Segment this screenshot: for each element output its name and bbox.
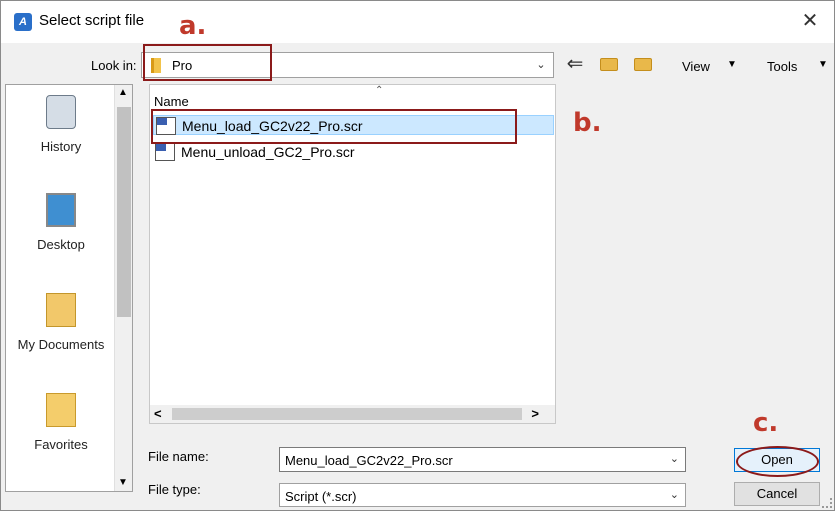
scroll-thumb[interactable]: [117, 107, 131, 317]
scroll-thumb[interactable]: [172, 408, 522, 420]
annotation-label-a: a.: [179, 11, 207, 41]
close-button[interactable]: ✕: [796, 7, 824, 35]
place-label: Desktop: [37, 237, 85, 252]
up-folder-icon[interactable]: [597, 53, 621, 75]
documents-icon: [46, 293, 76, 327]
scroll-right-icon[interactable]: >: [531, 406, 539, 421]
lookin-label: Look in:: [91, 58, 137, 73]
scroll-left-icon[interactable]: <: [154, 406, 162, 421]
file-name: Menu_unload_GC2_Pro.scr: [181, 144, 355, 160]
scroll-up-icon[interactable]: ▲: [118, 87, 128, 98]
file-row[interactable]: Menu_unload_GC2_Pro.scr: [153, 142, 554, 162]
place-history[interactable]: History: [6, 95, 116, 154]
history-icon: [46, 95, 76, 129]
place-favorites[interactable]: Favorites: [6, 393, 116, 452]
annotation-box-b: [151, 109, 517, 144]
filetype-value: Script (*.scr): [285, 489, 357, 504]
horizontal-scrollbar[interactable]: < >: [150, 405, 555, 423]
place-my-documents[interactable]: My Documents: [6, 293, 116, 352]
filename-input[interactable]: Menu_load_GC2v22_Pro.scr ⌄: [279, 447, 686, 472]
cancel-button[interactable]: Cancel: [734, 482, 820, 506]
back-arrow-icon[interactable]: ⇐: [563, 53, 587, 75]
place-desktop[interactable]: Desktop: [6, 193, 116, 252]
scroll-down-icon[interactable]: ▼: [118, 477, 128, 488]
resize-grip-icon[interactable]: [822, 498, 832, 508]
chevron-down-icon[interactable]: ⌄: [670, 452, 679, 465]
annotation-label-b: b.: [573, 108, 602, 138]
view-menu-button[interactable]: View: [682, 59, 710, 74]
place-label: My Documents: [17, 337, 105, 352]
filetype-select[interactable]: Script (*.scr) ⌄: [279, 483, 686, 507]
filename-label: File name:: [148, 449, 209, 464]
tools-menu-button[interactable]: Tools: [767, 59, 797, 74]
places-scrollbar[interactable]: ▲ ▼: [114, 85, 132, 491]
filename-value: Menu_load_GC2v22_Pro.scr: [285, 453, 453, 468]
dialog-title: Select script file: [39, 12, 145, 29]
place-label: Favorites: [34, 437, 88, 452]
select-script-dialog: A Select script file ✕ Look in: Pro ⌄ ⇐ …: [0, 0, 835, 511]
places-bar: History Desktop My Documents Favorites ▲…: [5, 84, 133, 492]
annotation-label-c: c.: [753, 408, 779, 438]
column-header-name[interactable]: Name: [154, 94, 189, 109]
favorites-icon: [46, 393, 76, 427]
title-bar: A Select script file ✕: [1, 1, 834, 43]
desktop-icon: [46, 193, 76, 227]
chevron-down-icon[interactable]: ⌄: [670, 488, 679, 501]
sort-arrow-icon: ⌃: [375, 85, 384, 96]
filetype-label: File type:: [148, 482, 201, 497]
script-file-icon: [155, 143, 175, 161]
chevron-down-icon[interactable]: ⌄: [533, 57, 549, 73]
place-label: History: [40, 139, 82, 154]
annotation-box-a: [143, 44, 272, 81]
annotation-ellipse-c: [736, 446, 819, 477]
view-dropdown-arrow-icon[interactable]: ▼: [727, 59, 737, 70]
new-folder-icon[interactable]: [631, 53, 655, 75]
tools-dropdown-arrow-icon[interactable]: ▼: [818, 59, 828, 70]
app-icon: A: [14, 13, 32, 31]
